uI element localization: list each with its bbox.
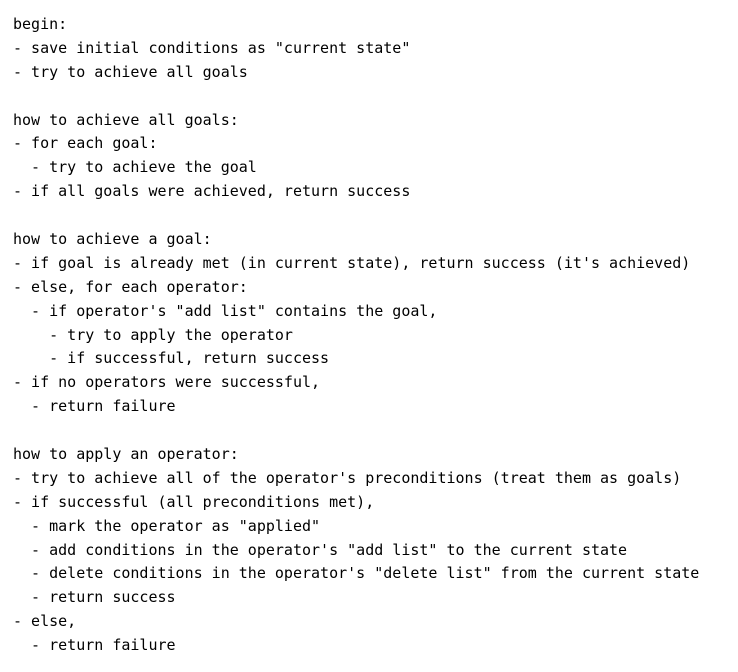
section-heading: how to apply an operator: [13,445,239,464]
section-heading: how to achieve a goal: [13,230,212,249]
text-line: - if operator's "add list" contains the … [13,301,438,320]
text-line: - try to achieve all of the operator's p… [13,468,682,487]
text-line: - return success [13,588,176,607]
text-line: - mark the operator as "applied" [13,516,321,535]
text-line: - if all goals were achieved, return suc… [13,182,411,201]
text-line: - if no operators were successful, [13,373,321,392]
text-line: - try to apply the operator [13,325,293,344]
text-line: - try to achieve the goal [13,158,257,177]
text-line: - for each goal: [13,134,158,153]
text-line: - save initial conditions as "current st… [13,38,411,57]
section-heading: how to achieve all goals: [13,110,239,129]
text-line: - try to achieve all goals [13,62,248,81]
text-line: - if successful, return success [13,349,330,368]
text-line: - else, for each operator: [13,277,248,296]
text-line: begin: [13,15,68,33]
text-line: - return failure [13,397,176,416]
text-line: - if goal is already met (in current sta… [13,253,691,272]
pseudocode-document: begin: - save initial conditions as "cur… [13,13,699,658]
text-line: - if successful (all preconditions met), [13,492,375,511]
text-line: - else, [13,612,77,631]
text-line: - add conditions in the operator's "add … [13,540,628,559]
text-line: - return failure [13,636,176,655]
text-line: - delete conditions in the operator's "d… [13,564,700,583]
